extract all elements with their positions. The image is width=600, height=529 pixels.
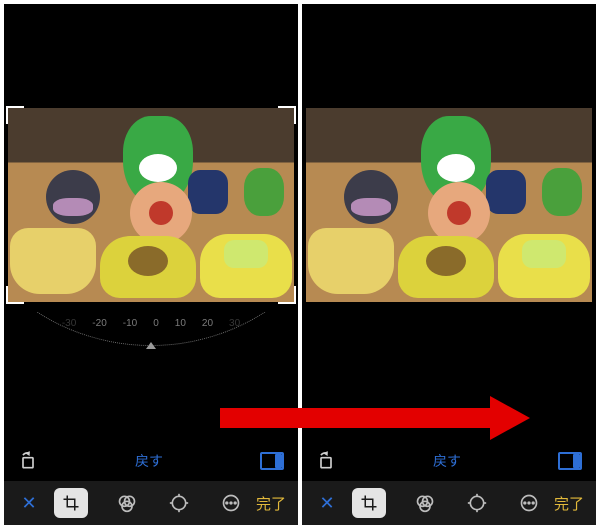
straighten-dial[interactable]: -30 -20 -10 0 10 20 30	[4, 312, 298, 358]
more-tab[interactable]	[218, 490, 244, 516]
done-button[interactable]: 完了	[256, 493, 286, 514]
aspect-ratio-icon[interactable]	[558, 452, 582, 470]
aspect-ratio-icon[interactable]	[260, 452, 284, 470]
rotate-icon[interactable]	[316, 451, 336, 471]
dial-pointer-icon	[146, 342, 156, 349]
filters-tab[interactable]	[412, 490, 438, 516]
crop-option-bar: 戻す	[4, 442, 298, 480]
editor-screen-after: -30 -20 -10 0 10 20 30 戻す ✕	[302, 4, 596, 525]
photo-preview	[8, 108, 294, 302]
adjust-tab[interactable]	[464, 490, 490, 516]
crop-canvas[interactable]	[4, 104, 298, 306]
crop-canvas[interactable]	[302, 104, 596, 306]
done-button[interactable]: 完了	[554, 493, 584, 514]
crop-tab[interactable]	[54, 488, 88, 518]
crop-option-bar: 戻す	[302, 442, 596, 480]
dial-scale: -30 -20 -10 0 10 20 30	[4, 318, 298, 329]
cancel-button[interactable]: ✕	[314, 490, 340, 516]
reset-button[interactable]: 戻す	[135, 451, 163, 471]
editor-screen-before: -30 -20 -10 0 10 20 30 戻す ✕	[4, 4, 298, 525]
photo-preview	[306, 108, 592, 302]
status-bar	[302, 4, 596, 18]
cancel-button[interactable]: ✕	[16, 490, 42, 516]
status-bar	[4, 4, 298, 18]
adjust-tab[interactable]	[166, 490, 192, 516]
comparison-canvas: -30 -20 -10 0 10 20 30 戻す ✕	[0, 0, 600, 529]
crop-tab[interactable]	[352, 488, 386, 518]
bottom-toolbar: ✕	[302, 481, 596, 525]
bottom-toolbar: ✕	[4, 481, 298, 525]
rotate-icon[interactable]	[18, 451, 38, 471]
filters-tab[interactable]	[114, 490, 140, 516]
more-tab[interactable]	[516, 490, 542, 516]
reset-button[interactable]: 戻す	[433, 451, 461, 471]
